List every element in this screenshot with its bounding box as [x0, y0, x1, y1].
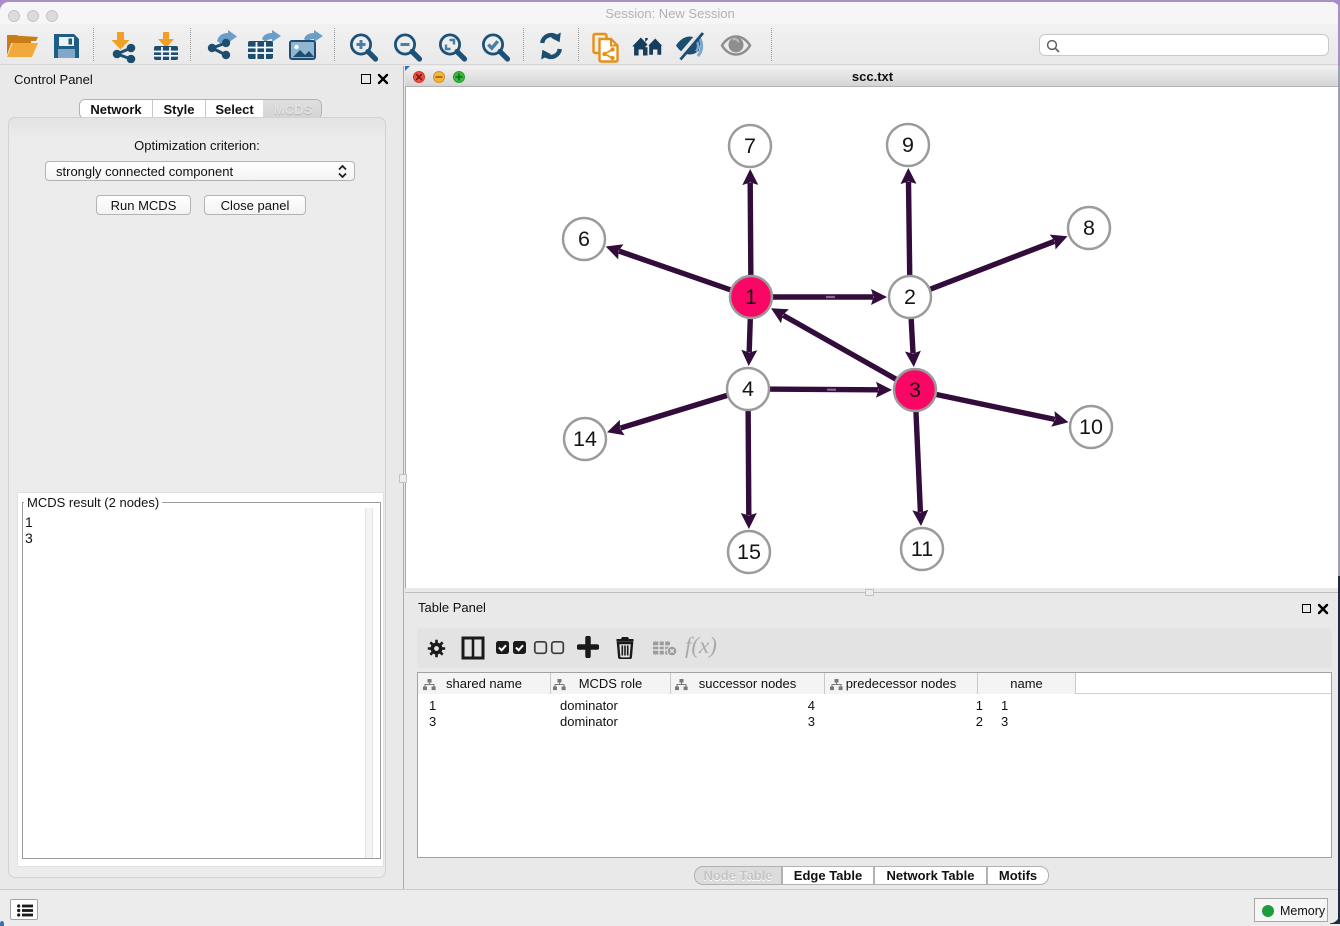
svg-text:10: 10	[1079, 415, 1103, 439]
svg-text:2: 2	[904, 285, 916, 309]
svg-text:6: 6	[578, 227, 590, 251]
svg-text:1: 1	[745, 285, 757, 309]
svg-text:8: 8	[1083, 216, 1095, 240]
svg-text:3: 3	[909, 378, 921, 402]
svg-text:7: 7	[744, 134, 756, 158]
svg-text:14: 14	[573, 427, 597, 451]
svg-text:11: 11	[911, 537, 933, 561]
svg-text:9: 9	[902, 133, 914, 157]
svg-text:15: 15	[737, 540, 761, 564]
svg-text:4: 4	[742, 377, 754, 401]
